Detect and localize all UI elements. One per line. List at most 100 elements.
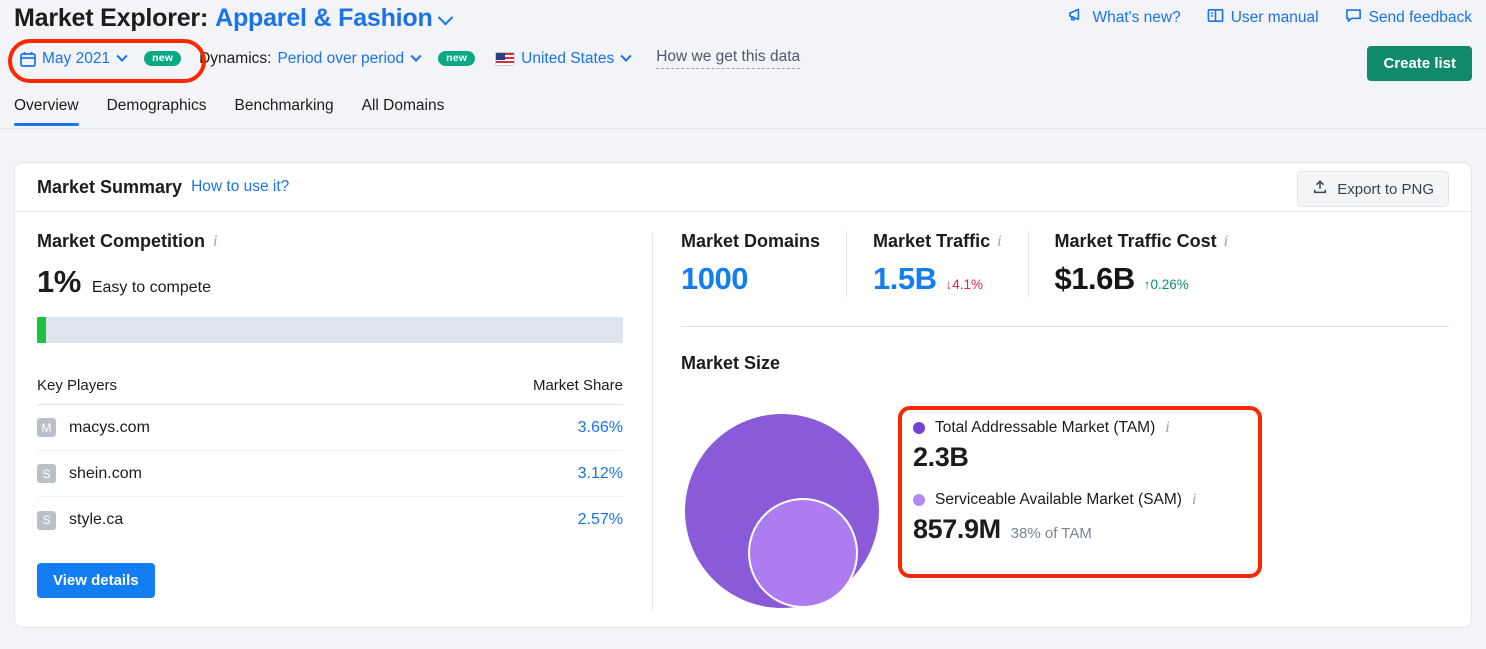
market-size-title: Market Size bbox=[681, 353, 1449, 374]
market-share-value: 2.57% bbox=[578, 511, 623, 529]
sam-color-dot bbox=[913, 494, 925, 506]
tam-value: 2.3B bbox=[913, 442, 968, 473]
country-selector[interactable]: United States bbox=[495, 50, 630, 68]
how-we-get-this-data-link[interactable]: How we get this data bbox=[656, 48, 800, 69]
info-icon[interactable]: i bbox=[997, 233, 1001, 251]
chevron-down-icon[interactable] bbox=[116, 50, 127, 61]
table-row[interactable]: S style.ca 2.57% bbox=[37, 497, 623, 543]
chevron-down-icon[interactable] bbox=[410, 50, 421, 61]
card-title: Market Summary bbox=[37, 177, 182, 198]
metric-value: 1000 bbox=[681, 261, 748, 297]
date-selector[interactable]: May 2021 new bbox=[20, 50, 181, 68]
whats-new-link[interactable]: What's new? bbox=[1068, 7, 1180, 29]
tam-block: Total Addressable Market (TAM) i 2.3B bbox=[913, 419, 1253, 473]
metric-label: Market Traffic Cost i bbox=[1055, 231, 1229, 252]
metric-label: Market Traffic i bbox=[873, 231, 1002, 252]
info-icon[interactable]: i bbox=[1224, 233, 1228, 251]
market-explorer-page: Market Explorer: Apparel & Fashion May 2… bbox=[0, 0, 1486, 649]
country-label[interactable]: United States bbox=[521, 50, 614, 68]
metrics-divider bbox=[681, 326, 1449, 327]
table-row[interactable]: S shein.com 3.12% bbox=[37, 451, 623, 497]
metric-value: $1.6B bbox=[1055, 261, 1135, 297]
new-badge: new bbox=[438, 51, 475, 67]
sam-label: Serviceable Available Market (SAM) i bbox=[913, 491, 1253, 509]
create-list-button[interactable]: Create list bbox=[1367, 46, 1472, 81]
user-manual-link[interactable]: User manual bbox=[1207, 7, 1319, 29]
table-row[interactable]: M macys.com 3.66% bbox=[37, 405, 623, 451]
metric-market-domains: Market Domains 1000 bbox=[681, 231, 846, 297]
key-players-column-header: Key Players bbox=[37, 377, 117, 394]
tam-label: Total Addressable Market (TAM) i bbox=[913, 419, 1253, 437]
site-favicon: S bbox=[37, 464, 56, 483]
site-favicon: M bbox=[37, 418, 56, 437]
competition-progress-bar bbox=[37, 317, 623, 343]
market-name[interactable]: Apparel & Fashion bbox=[215, 4, 432, 33]
metric-delta: ↓4.1% bbox=[946, 277, 984, 292]
domain-name[interactable]: style.ca bbox=[69, 511, 123, 529]
competition-value-row: 1% Easy to compete bbox=[37, 264, 645, 300]
sam-block: Serviceable Available Market (SAM) i 857… bbox=[913, 491, 1253, 545]
dynamics-selector[interactable]: Dynamics: Period over period new bbox=[199, 50, 475, 68]
market-share-value: 3.12% bbox=[578, 465, 623, 483]
tab-overview[interactable]: Overview bbox=[14, 97, 79, 126]
tab-all-domains[interactable]: All Domains bbox=[362, 97, 445, 126]
how-to-use-link[interactable]: How to use it? bbox=[191, 178, 289, 196]
view-details-button[interactable]: View details bbox=[37, 563, 155, 598]
column-divider bbox=[652, 233, 653, 611]
tam-color-dot bbox=[913, 422, 925, 434]
send-feedback-link[interactable]: Send feedback bbox=[1345, 7, 1472, 29]
sam-circle bbox=[748, 498, 858, 608]
calendar-icon bbox=[20, 51, 36, 67]
market-competition-section: Market Competition i 1% Easy to compete … bbox=[37, 231, 645, 598]
sam-percent-of-tam: 38% of TAM bbox=[1011, 525, 1092, 542]
dynamics-value[interactable]: Period over period bbox=[277, 50, 404, 68]
competition-percent: 1% bbox=[37, 264, 81, 300]
user-manual-label: User manual bbox=[1231, 9, 1319, 27]
metric-market-traffic: Market Traffic i 1.5B ↓4.1% bbox=[846, 231, 1028, 297]
upload-icon bbox=[1312, 179, 1328, 199]
card-header: Market Summary How to use it? Export to … bbox=[15, 163, 1471, 212]
tab-demographics[interactable]: Demographics bbox=[107, 97, 207, 126]
section-label: Market Competition bbox=[37, 231, 205, 252]
site-favicon: S bbox=[37, 511, 56, 530]
info-icon[interactable]: i bbox=[1165, 419, 1169, 437]
metric-label-text: Market Domains bbox=[681, 231, 820, 252]
page-title: Market Explorer: Apparel & Fashion bbox=[14, 4, 451, 33]
metric-market-traffic-cost: Market Traffic Cost i $1.6B ↑0.26% bbox=[1028, 231, 1255, 297]
metric-delta: ↑0.26% bbox=[1144, 277, 1189, 292]
key-players-table-header: Key Players Market Share bbox=[37, 377, 623, 405]
metric-label-text: Market Traffic Cost bbox=[1055, 231, 1217, 252]
info-icon[interactable]: i bbox=[213, 233, 217, 251]
us-flag-icon bbox=[495, 52, 515, 66]
export-label: Export to PNG bbox=[1337, 181, 1434, 198]
market-size-venn-diagram bbox=[685, 414, 881, 610]
whats-new-label: What's new? bbox=[1092, 9, 1180, 27]
sam-label-text: Serviceable Available Market (SAM) bbox=[935, 491, 1182, 509]
new-badge: new bbox=[144, 51, 181, 67]
domain-name[interactable]: shein.com bbox=[69, 465, 142, 483]
dynamics-prefix: Dynamics: bbox=[199, 50, 271, 68]
send-feedback-label: Send feedback bbox=[1369, 9, 1472, 27]
sam-value: 857.9M bbox=[913, 514, 1001, 545]
metric-label-text: Market Traffic bbox=[873, 231, 990, 252]
chevron-down-icon[interactable] bbox=[621, 50, 632, 61]
tab-benchmarking[interactable]: Benchmarking bbox=[235, 97, 334, 126]
header-links: What's new? User manual Send feedback bbox=[1068, 7, 1472, 29]
metrics-row: Market Domains 1000 Market Traffic i 1.5… bbox=[681, 231, 1449, 297]
tab-bar-divider bbox=[0, 128, 1486, 129]
tam-label-text: Total Addressable Market (TAM) bbox=[935, 419, 1155, 437]
domain-name[interactable]: macys.com bbox=[69, 419, 150, 437]
info-icon[interactable]: i bbox=[1192, 491, 1196, 509]
market-competition-title: Market Competition i bbox=[37, 231, 645, 252]
metric-label: Market Domains bbox=[681, 231, 820, 252]
tab-bar: Overview Demographics Benchmarking All D… bbox=[14, 97, 444, 126]
chat-icon bbox=[1345, 7, 1362, 29]
market-metrics-section: Market Domains 1000 Market Traffic i 1.5… bbox=[681, 231, 1449, 374]
market-share-column-header: Market Share bbox=[533, 377, 623, 394]
market-share-value: 3.66% bbox=[578, 419, 623, 437]
export-to-png-button[interactable]: Export to PNG bbox=[1297, 171, 1449, 207]
chevron-down-icon[interactable] bbox=[437, 10, 453, 26]
date-label[interactable]: May 2021 bbox=[42, 50, 110, 68]
page-title-prefix: Market Explorer: bbox=[14, 4, 208, 33]
megaphone-icon bbox=[1068, 7, 1085, 29]
